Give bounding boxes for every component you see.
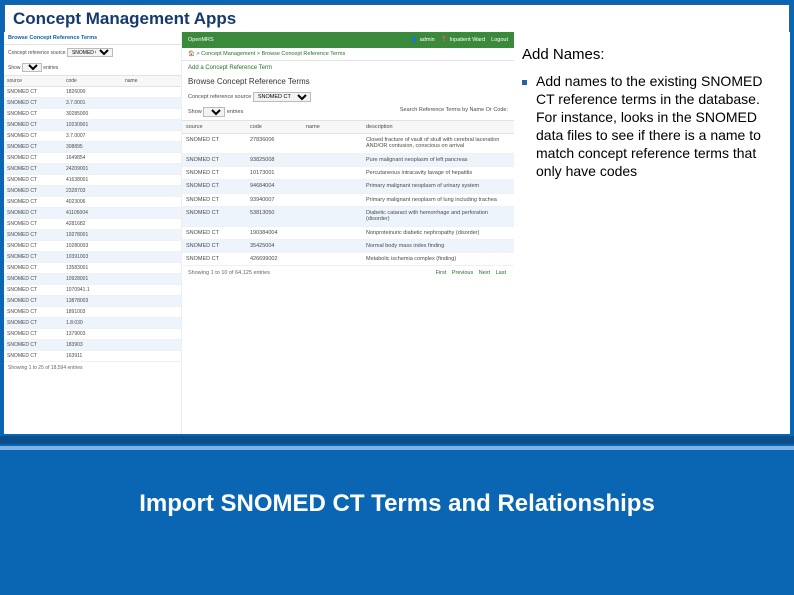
sb-col-desc: description xyxy=(362,121,514,133)
home-icon[interactable]: 🏠 xyxy=(188,51,195,57)
location-icon: 📍 Inpatient Ward xyxy=(441,37,485,43)
sb-show-suffix: entries xyxy=(227,109,244,115)
sb-topbar: OpenMRS 👤 admin 📍 Inpatient Ward Logout xyxy=(182,32,514,48)
screenshot-right: OpenMRS 👤 admin 📍 Inpatient Ward Logout … xyxy=(182,32,514,434)
sb-footer-left: Showing 1 to 10 of 64,125 entries xyxy=(188,270,270,276)
sa-table-head: source code name xyxy=(4,75,181,87)
sb-pager: First Previous Next Last xyxy=(434,270,508,276)
sa-source-select[interactable]: SNOMED CT xyxy=(67,48,113,57)
table-row[interactable]: SNOMED CT24209001 xyxy=(4,164,181,175)
sb-col-code: code xyxy=(246,121,302,133)
right-text-column: Add Names: Add names to the existing SNO… xyxy=(514,32,790,434)
sb-table-body: SNOMED CT27836006Closed fracture of vaul… xyxy=(182,134,514,266)
sa-header: Browse Concept Reference Terms xyxy=(4,32,181,45)
table-row[interactable]: SNOMED CT4023006 xyxy=(4,197,181,208)
table-row[interactable]: SNOMED CT30285000 xyxy=(4,109,181,120)
table-row[interactable]: SNOMED CT308895 xyxy=(4,142,181,153)
sa-table-body: SNOMED CT1826000SNOMED CT3.7.0001SNOMED … xyxy=(4,87,181,362)
table-row[interactable]: SNOMED CT3.7.0007 xyxy=(4,131,181,142)
page-title: Concept Management Apps xyxy=(13,9,781,29)
table-row[interactable]: SNOMED CT4281682 xyxy=(4,219,181,230)
sb-ward: Inpatient Ward xyxy=(450,37,486,43)
table-row[interactable]: SNOMED CT10280003 xyxy=(4,241,181,252)
screenshot-left: Browse Concept Reference Terms Concept r… xyxy=(4,32,182,434)
table-row[interactable]: SNOMED CT41638001 xyxy=(4,175,181,186)
table-row[interactable]: SNOMED CT1.8:030 xyxy=(4,318,181,329)
sb-show-select[interactable]: 10 xyxy=(203,107,225,117)
table-row[interactable]: SNOMED CT426699002Metabolic ischemia com… xyxy=(182,253,514,266)
sa-col-code: code xyxy=(63,76,122,86)
sa-source-label: Concept reference source xyxy=(8,50,66,56)
divider-light xyxy=(0,446,794,450)
table-row[interactable]: SNOMED CT1649854 xyxy=(4,153,181,164)
table-row[interactable]: SNOMED CT1379003 xyxy=(4,329,181,340)
table-row[interactable]: SNOMED CT1070941.1 xyxy=(4,285,181,296)
user-icon: 👤 admin xyxy=(411,37,435,43)
sb-logout[interactable]: Logout xyxy=(491,37,508,43)
table-row[interactable]: SNOMED CT183903 xyxy=(4,340,181,351)
sa-col-source: source xyxy=(4,76,63,86)
sb-show-prefix: Show xyxy=(188,109,202,115)
content-area: Browse Concept Reference Terms Concept r… xyxy=(4,32,790,434)
pager-prev[interactable]: Previous xyxy=(452,270,473,276)
sb-source-row: Concept reference source SNOMED CT xyxy=(182,90,514,104)
sb-source-label: Concept reference source xyxy=(188,94,251,100)
table-row[interactable]: SNOMED CT190384004Nonproteinuric diabeti… xyxy=(182,227,514,240)
sb-add-link[interactable]: Add a Concept Reference Term xyxy=(182,61,514,75)
table-row[interactable]: SNOMED CT93940007Primary malignant neopl… xyxy=(182,194,514,207)
table-row[interactable]: SNOMED CT1826000 xyxy=(4,87,181,98)
bullet-item: Add names to the existing SNOMED CT refe… xyxy=(522,73,774,180)
pager-next[interactable]: Next xyxy=(479,270,490,276)
sa-show-prefix: Show xyxy=(8,65,21,71)
table-row[interactable]: SNOMED CT19278001 xyxy=(4,230,181,241)
table-row[interactable]: SNOMED CT10391003 xyxy=(4,252,181,263)
table-row[interactable]: SNOMED CT13583001 xyxy=(4,263,181,274)
sb-tools-row: Show 10 entries Search Reference Terms b… xyxy=(182,104,514,120)
table-row[interactable]: SNOMED CT35425004Normal body mass index … xyxy=(182,240,514,253)
table-row[interactable]: SNOMED CT3.7.0001 xyxy=(4,98,181,109)
sb-col-source: source xyxy=(182,121,246,133)
table-row[interactable]: SNOMED CT1891003 xyxy=(4,307,181,318)
pager-first[interactable]: First xyxy=(436,270,447,276)
table-row[interactable]: SNOMED CT53813050Diabetic cataract with … xyxy=(182,207,514,227)
sa-show-select[interactable]: 25 xyxy=(22,63,42,72)
table-row[interactable]: SNOMED CT27836006Closed fracture of vaul… xyxy=(182,134,514,154)
screenshots: Browse Concept Reference Terms Concept r… xyxy=(4,32,514,434)
table-row[interactable]: SNOMED CT10928001 xyxy=(4,274,181,285)
table-row[interactable]: SNOMED CT13878003 xyxy=(4,296,181,307)
table-row[interactable]: SNOMED CT41105004 xyxy=(4,208,181,219)
sb-heading: Browse Concept Reference Terms xyxy=(182,75,514,90)
sb-source-select[interactable]: SNOMED CT xyxy=(253,92,311,102)
table-row[interactable]: SNOMED CT94684004Primary malignant neopl… xyxy=(182,180,514,193)
bullets: Add names to the existing SNOMED CT refe… xyxy=(522,73,774,180)
divider-dark xyxy=(0,436,794,444)
crumb-mgmt[interactable]: Concept Management xyxy=(201,51,255,57)
table-row[interactable]: SNOMED CT163911 xyxy=(4,351,181,362)
sb-brand: OpenMRS xyxy=(188,37,214,43)
crumb-last: Browse Concept Reference Terms xyxy=(262,51,346,57)
sa-show-row: Show 25 entries xyxy=(4,60,181,75)
add-names-heading: Add Names: xyxy=(522,46,774,63)
sb-col-name: name xyxy=(302,121,362,133)
title-bar: Concept Management Apps xyxy=(4,4,790,34)
table-row[interactable]: SNOMED CT93825008Pure malignant neoplasm… xyxy=(182,154,514,167)
sb-user: admin xyxy=(420,37,435,43)
breadcrumb: 🏠 > Concept Management > Browse Concept … xyxy=(182,48,514,61)
sa-col-name: name xyxy=(122,76,181,86)
sa-footer: Showing 1 to 25 of 18,594 entries xyxy=(4,362,181,374)
sa-show-suffix: entries xyxy=(43,65,58,71)
table-row[interactable]: SNOMED CT10173001Percutaneous intracavit… xyxy=(182,167,514,180)
table-row[interactable]: SNOMED CT10230901 xyxy=(4,120,181,131)
sb-search-label: Search Reference Terms by Name Or Code: xyxy=(400,107,508,117)
sa-source-row: Concept reference source SNOMED CT xyxy=(4,45,181,60)
table-row[interactable]: SNOMED CT2328703 xyxy=(4,186,181,197)
sb-table-head: source code name description xyxy=(182,120,514,134)
sb-footer: Showing 1 to 10 of 64,125 entries First … xyxy=(182,266,514,280)
pager-last[interactable]: Last xyxy=(496,270,506,276)
footer-headline: Import SNOMED CT Terms and Relationships xyxy=(0,490,794,518)
